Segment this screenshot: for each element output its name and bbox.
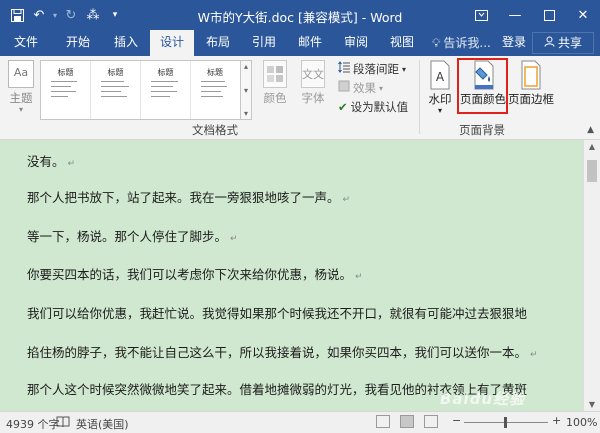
tab-mailings[interactable]: 邮件 <box>288 30 332 56</box>
watermark-label: 水印 <box>428 92 452 106</box>
maximize-icon[interactable] <box>532 0 566 30</box>
tab-home[interactable]: 开始 <box>56 30 100 56</box>
paragraph: 掐住杨的脖子，我不能让自己这么干，所以我接着说，如果你买四本，我们可以送你一本。… <box>27 345 538 360</box>
fonts-button[interactable]: 文文 字体 <box>296 60 330 106</box>
chevron-up-icon[interactable]: ▲ <box>584 142 600 151</box>
watermark-button[interactable]: A 水印 ▾ <box>424 60 456 115</box>
share-button[interactable]: 共享 <box>532 32 594 54</box>
fonts-label: 字体 <box>301 91 325 105</box>
read-mode-icon[interactable] <box>376 415 390 428</box>
effects-label: 效果 <box>353 81 376 95</box>
page-color-highlight-box <box>457 58 508 114</box>
style-set-item[interactable]: 标题 <box>41 61 91 119</box>
style-set-item[interactable]: 标题 <box>191 61 239 119</box>
page-borders-label: 页面边框 <box>508 92 554 106</box>
themes-label: 主题 <box>9 91 33 105</box>
scrollbar-thumb[interactable] <box>587 160 597 182</box>
themes-icon: Aa <box>8 60 34 88</box>
chevron-down-icon[interactable]: ▾ <box>244 86 248 95</box>
person-icon <box>544 33 555 54</box>
checkmark-icon: ✔ <box>338 100 348 114</box>
page-borders-icon <box>519 60 543 90</box>
chevron-up-icon[interactable]: ▴ <box>244 62 248 71</box>
tab-design[interactable]: 设计 <box>150 30 194 56</box>
set-default-label: 设为默认值 <box>350 100 409 114</box>
paragraph: 没有。 ↵ <box>27 154 76 169</box>
svg-text:A: A <box>436 70 445 84</box>
format-options: 段落间距 ▾ 效果 ▾ ✔ 设为默认值 <box>338 60 422 117</box>
ribbon-tab-bar: 文件 开始 插入 设计 布局 引用 邮件 审阅 视图 💡︎ 告诉我... 登录 … <box>0 30 600 56</box>
chevron-down-icon: ▾ <box>402 65 407 74</box>
chevron-down-icon: ▾ <box>437 106 442 115</box>
paragraph-spacing-button[interactable]: 段落间距 ▾ <box>338 60 422 79</box>
window-controls: — ✕ <box>464 0 600 30</box>
close-icon[interactable]: ✕ <box>566 0 600 30</box>
document-page[interactable]: 没有。 ↵ 那个人把书放下，站了起来。我在一旁狠狠地咳了一声。 ↵ 等一下，杨说。那… <box>0 140 583 411</box>
group-label-document-format: 文档格式 <box>192 123 238 137</box>
effects-icon <box>338 79 350 98</box>
style-set-item[interactable]: 标题 <box>141 61 191 119</box>
paragraph: 我们可以给你优惠，我赶忙说。我觉得如果那个时候我还不开口，就很有可能冲过去狠狠地 <box>27 306 528 321</box>
gallery-scrollbar[interactable]: ▴ ▾ ▾ <box>240 60 252 120</box>
colors-button[interactable]: 颜色 <box>258 60 292 106</box>
effects-button[interactable]: 效果 ▾ <box>338 79 422 98</box>
paragraph-spacing-label: 段落间距 <box>353 62 399 76</box>
zoom-slider-thumb[interactable] <box>504 417 507 428</box>
themes-button[interactable]: Aa 主题 ▾ <box>6 60 36 114</box>
set-default-button[interactable]: ✔ 设为默认值 <box>338 98 422 117</box>
paragraph: 你要买四本的话，我们可以考虑你下次来给你优惠，杨说。 ↵ <box>27 267 363 282</box>
chevron-down-icon: ▾ <box>379 84 384 93</box>
print-layout-icon[interactable] <box>400 415 414 428</box>
paragraph: 那个人把书放下，站了起来。我在一旁狠狠地咳了一声。 ↵ <box>27 190 351 205</box>
zoom-level[interactable]: 100% <box>566 416 597 429</box>
tab-view[interactable]: 视图 <box>380 30 424 56</box>
collapse-ribbon-icon[interactable]: ▲ <box>587 125 594 135</box>
tell-me-box[interactable]: 💡︎ 告诉我... <box>432 30 491 56</box>
zoom-in-icon[interactable]: + <box>552 414 561 427</box>
title-bar: ↶ ▾ ↻ ⁂ ▾ W市的Y大街.doc [兼容模式] - Word — ✕ <box>0 0 600 30</box>
lightbulb-icon: 💡︎ <box>432 35 441 50</box>
colors-label: 颜色 <box>263 91 287 105</box>
tell-me-text: 告诉我... <box>443 35 491 50</box>
tab-insert[interactable]: 插入 <box>104 30 148 56</box>
watermark-logo: Baidu经验 <box>440 390 526 408</box>
sign-in-link[interactable]: 登录 <box>502 30 526 56</box>
status-bar: 4939 个字 英语(美国) − + 100% <box>0 411 600 433</box>
ribbon: Aa 主题 ▾ 标题 标题 标题 标题 ▴ ▾ ▾ 颜色 文文 字体 段落间距 … <box>0 56 600 140</box>
group-divider <box>419 60 420 134</box>
proofing-icon[interactable] <box>56 415 70 431</box>
tab-layout[interactable]: 布局 <box>196 30 240 56</box>
tab-file[interactable]: 文件 <box>6 30 46 56</box>
tab-review[interactable]: 审阅 <box>334 30 378 56</box>
style-set-gallery: 标题 标题 标题 标题 <box>40 60 246 120</box>
word-count[interactable]: 4939 个字 <box>6 416 60 432</box>
chevron-down-icon[interactable]: ▼ <box>584 400 600 409</box>
view-buttons <box>376 415 438 428</box>
web-layout-icon[interactable] <box>424 415 438 428</box>
gallery-more-icon[interactable]: ▾ <box>244 109 248 118</box>
chevron-down-icon: ▾ <box>18 105 23 114</box>
language-indicator[interactable]: 英语(美国) <box>76 416 129 432</box>
ribbon-display-options-icon[interactable] <box>464 0 498 30</box>
group-label-page-background: 页面背景 <box>459 123 505 137</box>
zoom-out-icon[interactable]: − <box>452 414 461 427</box>
style-set-item[interactable]: 标题 <box>91 61 141 119</box>
paragraph-spacing-icon <box>338 60 350 79</box>
paragraph: 等一下，杨说。那个人停住了脚步。 ↵ <box>27 229 238 244</box>
minimize-icon[interactable]: — <box>498 0 532 30</box>
tab-references[interactable]: 引用 <box>242 30 286 56</box>
page-borders-button[interactable]: 页面边框 <box>508 60 554 107</box>
fonts-icon: 文文 <box>301 60 325 88</box>
share-label: 共享 <box>557 35 582 50</box>
colors-icon <box>263 60 287 88</box>
watermark-icon: A <box>428 60 452 90</box>
vertical-scrollbar[interactable]: ▲ ▼ <box>583 140 600 411</box>
